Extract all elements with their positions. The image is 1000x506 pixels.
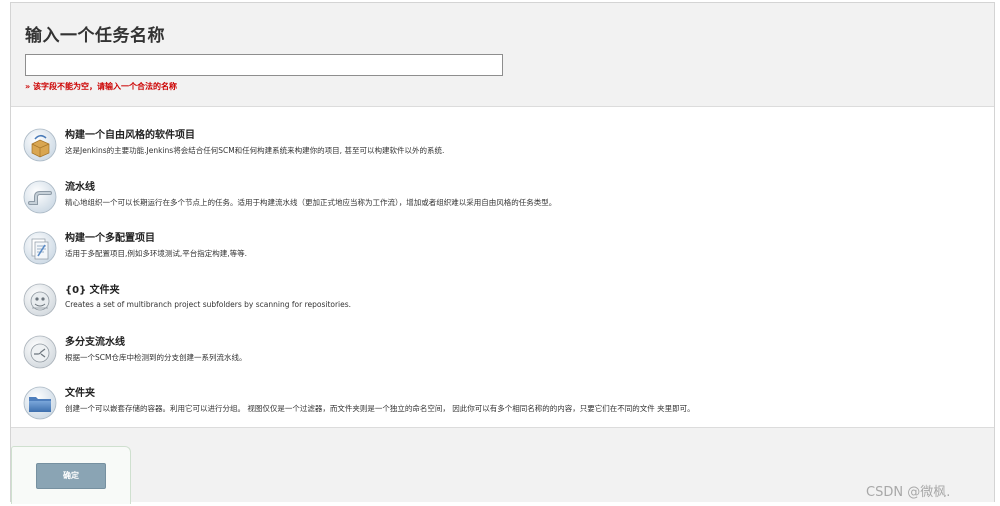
item-type-description: 精心地组织一个可以长期运行在多个节点上的任务。适用于构建流水线（更加正式地应当称… <box>65 198 557 207</box>
item-type-name: {0} 文件夹 <box>65 285 120 296</box>
item-type-pipeline[interactable]: 流水线 精心地组织一个可以长期运行在多个节点上的任务。适用于构建流水线（更加正式… <box>23 174 983 218</box>
item-type-freestyle[interactable]: 构建一个自由风格的软件项目 这是Jenkins的主要功能.Jenkins将会结合… <box>23 122 983 166</box>
validation-error: » 该字段不能为空，请输入一个合法的名称 <box>25 82 177 91</box>
item-type-description: Creates a set of multibranch project sub… <box>65 300 352 309</box>
ok-button[interactable]: 确定 <box>36 463 106 489</box>
button-container: 确定 <box>11 446 131 504</box>
item-type-description: 创建一个可以嵌套存储的容器。利用它可以进行分组。 视图仅仅是一个过滤器，而文件夹… <box>65 404 695 413</box>
new-item-panel: 输入一个任务名称 » 该字段不能为空，请输入一个合法的名称 构建一个自由风格的软… <box>10 2 995 504</box>
item-type-name: 构建一个自由风格的软件项目 <box>65 130 195 141</box>
pipeline-icon <box>23 180 57 214</box>
item-type-name: 多分支流水线 <box>65 337 125 348</box>
organization-folder-icon <box>23 283 57 317</box>
item-type-folder[interactable]: 文件夹 创建一个可以嵌套存储的容器。利用它可以进行分组。 视图仅仅是一个过滤器，… <box>23 380 983 424</box>
item-type-organization-folder[interactable]: {0} 文件夹 Creates a set of multibranch pro… <box>23 277 983 321</box>
item-type-description: 这是Jenkins的主要功能.Jenkins将会结合任何SCM和任何构建系统来构… <box>65 146 445 155</box>
folder-icon <box>23 386 57 420</box>
page-title: 输入一个任务名称 <box>25 26 165 46</box>
item-name-section: 输入一个任务名称 » 该字段不能为空，请输入一个合法的名称 <box>11 3 994 107</box>
page: 输入一个任务名称 » 该字段不能为空，请输入一个合法的名称 构建一个自由风格的软… <box>0 0 1000 506</box>
item-type-multi-configuration[interactable]: 构建一个多配置项目 适用于多配置项目,例如多环境测试,平台指定构建,等等. <box>23 225 983 269</box>
item-type-multibranch-pipeline[interactable]: 多分支流水线 根据一个SCM仓库中检测到的分支创建一系列流水线。 <box>23 329 983 373</box>
multibranch-pipeline-icon <box>23 335 57 369</box>
multi-configuration-icon <box>23 231 57 265</box>
item-type-description: 根据一个SCM仓库中检测到的分支创建一系列流水线。 <box>65 353 247 362</box>
item-type-name: 文件夹 <box>65 388 95 399</box>
item-type-list: 构建一个自由风格的软件项目 这是Jenkins的主要功能.Jenkins将会结合… <box>11 108 994 426</box>
freestyle-project-icon <box>23 128 57 162</box>
item-type-name: 构建一个多配置项目 <box>65 233 155 244</box>
item-type-name: 流水线 <box>65 182 95 193</box>
item-type-description: 适用于多配置项目,例如多环境测试,平台指定构建,等等. <box>65 249 248 258</box>
watermark: CSDN @微枫. <box>866 485 951 500</box>
bottom-button-bar: 确定 <box>11 427 994 504</box>
item-name-input[interactable] <box>25 54 503 76</box>
